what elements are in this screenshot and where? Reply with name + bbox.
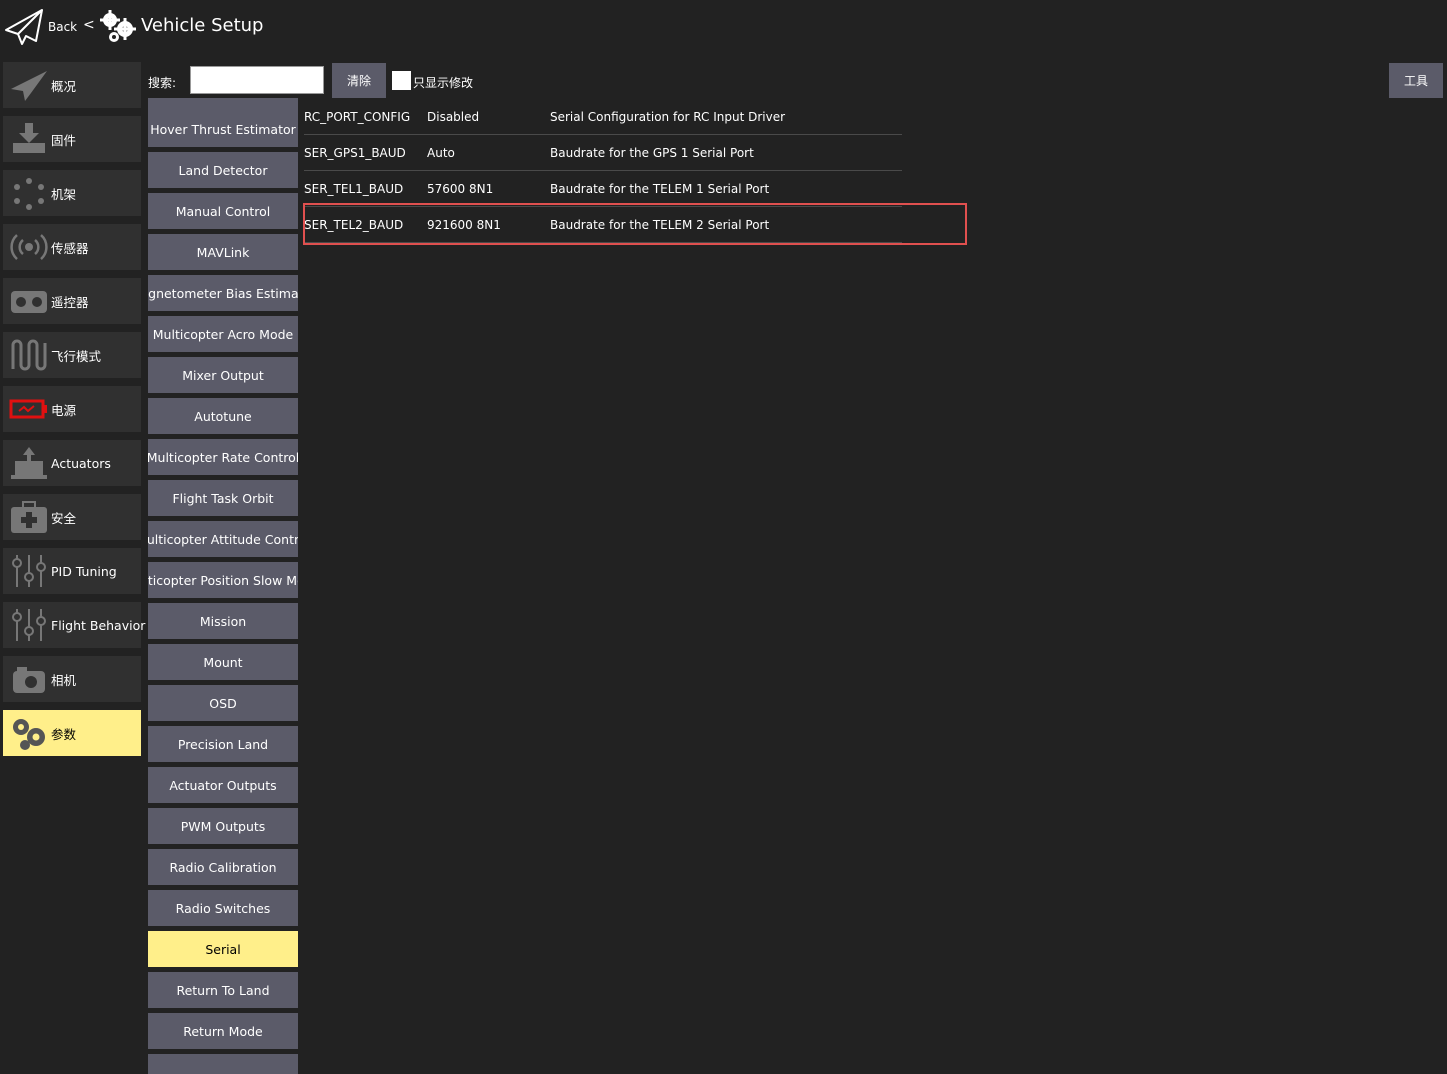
param-name: SER_GPS1_BAUD	[304, 146, 406, 160]
group-button[interactable]: Multicopter Attitude Control	[148, 521, 298, 557]
sidebar-item-firmware[interactable]: 固件	[3, 116, 141, 162]
flight-modes-icon	[7, 335, 51, 375]
sidebar-item-airframe[interactable]: 机架	[3, 170, 141, 216]
param-value: 57600 8N1	[427, 182, 494, 196]
group-button[interactable]: Mission	[148, 603, 298, 639]
sidebar-item-parameters[interactable]: 参数	[3, 710, 141, 756]
highlight-box	[303, 203, 967, 245]
group-button[interactable]: PWM Outputs	[148, 808, 298, 844]
chevron-left-icon: <	[83, 17, 95, 33]
sidebar-item-flight-behavior[interactable]: Flight Behavior	[3, 602, 145, 648]
group-button[interactable]: Radio Calibration	[148, 849, 298, 885]
param-value: Auto	[427, 146, 455, 160]
sidebar-item-camera[interactable]: 相机	[3, 656, 141, 702]
sidebar-item-label: 传感器	[51, 240, 89, 256]
param-name: RC_PORT_CONFIG	[304, 110, 411, 124]
battery-icon	[7, 389, 51, 429]
paper-plane-icon[interactable]	[4, 8, 44, 46]
back-button[interactable]: Back	[48, 20, 77, 34]
group-button[interactable]: OSD	[148, 685, 298, 721]
group-button[interactable]: Mount	[148, 644, 298, 680]
group-button[interactable]: Flight Task Orbit	[148, 480, 298, 516]
clear-button[interactable]: 清除	[332, 63, 386, 98]
sidebar-item-summary[interactable]: 概况	[3, 62, 141, 108]
param-value: Disabled	[427, 110, 480, 124]
actuator-icon	[7, 443, 51, 483]
sliders-icon	[7, 551, 51, 591]
safety-icon	[7, 497, 51, 537]
group-button[interactable]: Magnetometer Bias Estimator	[148, 275, 298, 311]
sidebar-item-label: Actuators	[51, 455, 111, 471]
group-button[interactable]: Hover Thrust Estimator	[148, 111, 298, 147]
firmware-download-icon	[7, 119, 51, 159]
table-row[interactable]: SER_TEL1_BAUD 57600 8N1 Baudrate for the…	[304, 171, 902, 207]
sensors-icon	[7, 227, 51, 267]
group-button[interactable]: Multicopter Rate Control	[148, 439, 298, 475]
sidebar-item-label: 概况	[51, 78, 77, 94]
sidebar-item-label: 电源	[51, 402, 77, 418]
group-button[interactable]: Return Mode	[148, 1013, 298, 1049]
group-button[interactable]: Manual Control	[148, 193, 298, 229]
sidebar-item-label: 参数	[51, 726, 77, 742]
group-button[interactable]: MAVLink	[148, 234, 298, 270]
sidebar-item-label: 安全	[51, 510, 77, 526]
param-description: Baudrate for the GPS 1 Serial Port	[550, 146, 754, 160]
group-button[interactable]: Autotune	[148, 398, 298, 434]
sidebar-item-power[interactable]: 电源	[3, 386, 141, 432]
group-button[interactable]: Mixer Output	[148, 357, 298, 393]
sidebar-item-safety[interactable]: 安全	[3, 494, 141, 540]
page-title: Vehicle Setup	[141, 15, 264, 36]
table-row[interactable]: SER_GPS1_BAUD Auto Baudrate for the GPS …	[304, 135, 902, 171]
radio-icon	[7, 281, 51, 321]
group-button[interactable]: Multicopter Acro Mode	[148, 316, 298, 352]
sidebar-item-sensors[interactable]: 传感器	[3, 224, 141, 270]
top-toolbar: Back < Vehicle Setup	[0, 0, 1447, 56]
tools-button[interactable]: 工具	[1389, 63, 1443, 98]
group-button[interactable]: Actuator Outputs	[148, 767, 298, 803]
sidebar-item-label: 相机	[51, 672, 77, 688]
camera-icon	[7, 659, 51, 699]
sidebar-item-label: 飞行模式	[51, 348, 102, 364]
search-label: 搜索:	[148, 76, 177, 90]
sidebar-item-pid-tuning[interactable]: PID Tuning	[3, 548, 141, 594]
group-button-serial[interactable]: Serial	[148, 931, 298, 967]
airframe-icon	[7, 173, 51, 213]
gears-icon	[100, 10, 136, 42]
sidebar-item-actuators[interactable]: Actuators	[3, 440, 141, 486]
paper-plane-icon	[7, 65, 51, 105]
group-button[interactable]: Land Detector	[148, 152, 298, 188]
param-description: Baudrate for the TELEM 1 Serial Port	[550, 182, 770, 196]
sidebar-item-label: Flight Behavior	[51, 617, 146, 633]
sidebar-item-label: 机架	[51, 186, 77, 202]
sidebar-item-label: 遥控器	[51, 294, 89, 310]
sidebar-item-radio[interactable]: 遥控器	[3, 278, 141, 324]
sliders-icon	[7, 605, 51, 645]
search-input[interactable]	[190, 66, 324, 94]
show-modified-checkbox[interactable]	[392, 71, 411, 90]
group-button[interactable]: Multicopter Position Slow Mode	[148, 562, 298, 598]
param-name: SER_TEL1_BAUD	[304, 182, 404, 196]
sidebar-item-flight-modes[interactable]: 飞行模式	[3, 332, 141, 378]
group-button[interactable]: Return To Land	[148, 972, 298, 1008]
group-button[interactable]: Radio Switches	[148, 890, 298, 926]
param-description: Serial Configuration for RC Input Driver	[550, 110, 786, 124]
sidebar-item-label: 固件	[51, 132, 77, 148]
group-button[interactable]: Precision Land	[148, 726, 298, 762]
show-modified-label: 只显示修改	[413, 76, 474, 90]
group-button-partial[interactable]	[148, 1054, 298, 1074]
param-group-list[interactable]: Hover Thrust Estimator Land Detector Man…	[148, 98, 298, 1074]
gears-icon	[7, 713, 51, 753]
table-row[interactable]: RC_PORT_CONFIG Disabled Serial Configura…	[304, 99, 902, 135]
sidebar-item-label: PID Tuning	[51, 563, 117, 579]
